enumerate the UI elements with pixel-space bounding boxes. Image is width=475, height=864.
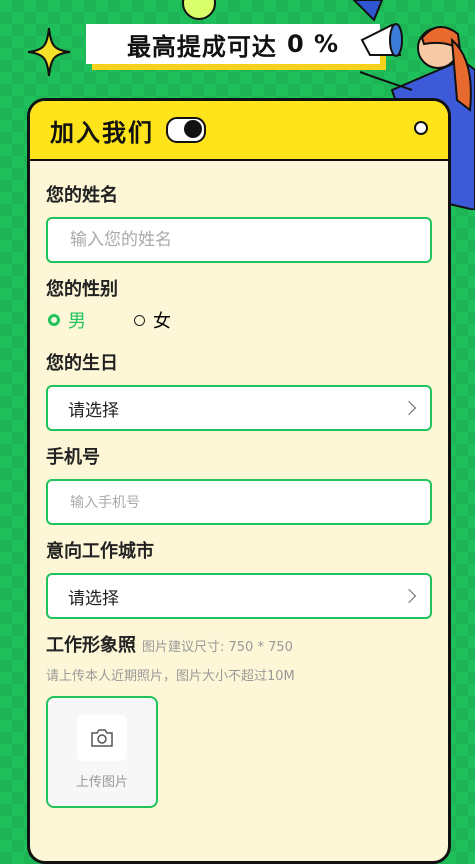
join-form: 您的姓名 您的性别 男 女 您的生日 请选择 手机号 意向工作城市 请选择 [30, 161, 448, 808]
photo-label: 工作形象照 [46, 635, 136, 656]
city-value[interactable]: 请选择 [68, 584, 119, 609]
phone-field[interactable] [46, 479, 432, 525]
city-label: 意向工作城市 [46, 541, 154, 562]
radio-checked-icon[interactable] [48, 314, 60, 326]
photo-label-row: 工作形象照 图片建议尺寸: 750 * 750 [46, 631, 432, 657]
dot-icon [414, 121, 428, 135]
radio-unchecked-icon[interactable] [134, 314, 145, 326]
card-title: 加入我们 [50, 118, 154, 147]
phone-label: 手机号 [46, 447, 100, 468]
card-header: 加入我们 [30, 101, 448, 161]
name-field[interactable] [46, 217, 432, 263]
banner-text: 最高提成可达 [126, 32, 277, 61]
gender-radio-group: 男 女 [48, 307, 432, 333]
photo-size-hint: 图片建议尺寸: 750 * 750 [142, 640, 293, 655]
gender-option-male[interactable]: 男 [48, 307, 86, 333]
join-us-card: 加入我们 您的姓名 您的性别 男 女 您的生日 请选择 手机号 [27, 98, 451, 864]
gender-female-label[interactable]: 女 [153, 307, 171, 333]
camera-icon[interactable] [77, 714, 127, 761]
commission-banner: 最高提成可达 0 % [86, 24, 380, 64]
upload-photo-button[interactable]: 上传图片 [46, 696, 158, 808]
birthday-label: 您的生日 [46, 353, 118, 374]
phone-input[interactable] [68, 491, 410, 513]
upload-label[interactable]: 上传图片 [76, 771, 128, 790]
gender-male-label[interactable]: 男 [68, 307, 86, 333]
name-input[interactable] [68, 229, 410, 251]
photo-hint: 请上传本人近期照片，图片大小不超过10M [46, 669, 295, 684]
gender-option-female[interactable]: 女 [134, 307, 171, 333]
sparkle-icon [27, 27, 71, 77]
banner-percent: 0 % [286, 30, 340, 58]
toggle-icon [166, 117, 206, 143]
birthday-select[interactable]: 请选择 [46, 385, 432, 431]
chevron-right-icon[interactable] [401, 588, 417, 604]
name-label: 您的姓名 [46, 185, 118, 206]
gender-label: 您的性别 [46, 279, 118, 300]
city-select[interactable]: 请选择 [46, 573, 432, 619]
decor-ball [182, 0, 216, 20]
chevron-right-icon[interactable] [401, 400, 417, 416]
birthday-value[interactable]: 请选择 [68, 396, 119, 421]
